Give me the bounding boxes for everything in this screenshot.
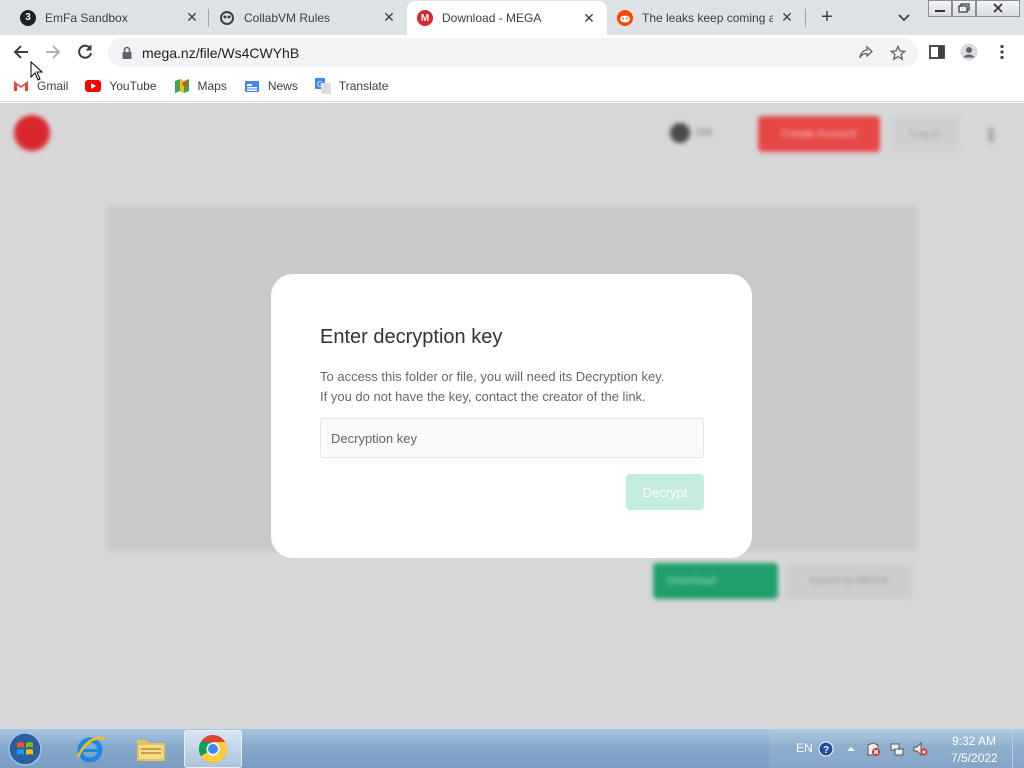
profile-icon[interactable]: [960, 43, 978, 61]
bookmark-label: Translate: [338, 78, 389, 93]
emfa-icon: 3: [20, 9, 36, 26]
arrow-left-icon: [13, 45, 28, 59]
svg-text:G: G: [317, 80, 323, 89]
tab-collabvm-rules[interactable]: CollabVM Rules ✕: [209, 0, 407, 35]
youtube-icon: [85, 78, 102, 94]
action-center-icon[interactable]: [865, 741, 881, 757]
theme-label: ON: [696, 127, 713, 139]
gmail-icon: [13, 78, 29, 94]
star-icon[interactable]: [890, 45, 906, 61]
tab-download-mega[interactable]: M Download - MEGA ✕: [407, 1, 607, 35]
tab-title: The leaks keep coming ar: [642, 10, 773, 25]
more-menu-icon[interactable]: [993, 43, 1011, 61]
browser-toolbar: mega.nz/file/Ws4CWYhB: [0, 35, 1024, 70]
translate-icon: G: [314, 77, 331, 94]
chrome-icon: [199, 735, 227, 763]
tab-separator: [805, 9, 806, 27]
lock-icon[interactable]: [120, 46, 134, 60]
restore-icon: [958, 3, 970, 13]
close-icon[interactable]: ✕: [184, 9, 200, 26]
reddit-icon: [617, 9, 633, 26]
mega-page: ON Create Account Log in Download Import…: [0, 103, 1024, 728]
clock-time[interactable]: 9:32 AM: [952, 734, 996, 748]
share-icon[interactable]: [858, 45, 874, 61]
bookmark-translate[interactable]: G Translate: [314, 77, 389, 94]
menu-icon: [988, 127, 994, 143]
decryption-key-input[interactable]: [320, 418, 704, 458]
close-icon: [993, 3, 1003, 13]
windows-logo-icon: [8, 732, 42, 766]
side-panel-icon[interactable]: [928, 43, 946, 61]
new-tab-button[interactable]: +: [815, 6, 839, 28]
login-button: Log in: [891, 116, 959, 152]
dialog-title: Enter decryption key: [320, 326, 503, 348]
network-icon[interactable]: [889, 741, 905, 757]
address-bar[interactable]: mega.nz/file/Ws4CWYhB: [108, 38, 918, 67]
bookmark-news[interactable]: News: [244, 78, 298, 94]
dialog-description-line-1: To access this folder or file, you will …: [320, 369, 665, 384]
bookmark-youtube[interactable]: YouTube: [85, 78, 157, 94]
taskbar-chrome[interactable]: [184, 730, 242, 768]
taskbar-file-explorer[interactable]: [122, 730, 180, 768]
system-tray: EN ? 9:32 AM 7/5/2022: [769, 729, 1024, 768]
mega-logo: [14, 115, 50, 151]
maps-icon: [174, 78, 190, 94]
collabvm-icon: [219, 10, 235, 26]
arrow-right-icon: [46, 45, 61, 59]
close-icon[interactable]: ✕: [381, 9, 397, 26]
volume-muted-icon[interactable]: [912, 741, 928, 757]
dialog-description-line-2: If you do not have the key, contact the …: [320, 389, 646, 404]
import-button: Import to MEGA: [786, 563, 912, 599]
decryption-key-dialog: Enter decryption key To access this fold…: [271, 274, 752, 558]
show-desktop-button[interactable]: [1012, 729, 1024, 768]
minimize-icon: [935, 10, 945, 12]
tab-emfa-sandbox[interactable]: 3 EmFa Sandbox ✕: [10, 0, 210, 35]
reload-button[interactable]: [72, 39, 98, 65]
create-account-button: Create Account: [758, 116, 880, 152]
minimize-button[interactable]: [928, 0, 952, 17]
download-button: Download: [653, 563, 778, 599]
decrypt-button[interactable]: Decrypt: [626, 474, 704, 510]
tab-title: CollabVM Rules: [244, 10, 331, 25]
language-indicator[interactable]: EN: [796, 741, 813, 755]
taskbar-internet-explorer[interactable]: [61, 730, 119, 768]
reload-icon: [78, 44, 92, 59]
mega-icon: M: [417, 10, 433, 26]
svg-text:?: ?: [823, 745, 829, 756]
bookmark-label: News: [267, 78, 298, 93]
dialog-description: To access this folder or file, you will …: [320, 367, 710, 407]
close-icon[interactable]: ✕: [581, 10, 597, 27]
chevron-up-icon[interactable]: [843, 741, 859, 757]
help-icon[interactable]: ?: [818, 741, 834, 757]
clock-date[interactable]: 7/5/2022: [951, 751, 998, 765]
url-text[interactable]: mega.nz/file/Ws4CWYhB: [142, 45, 299, 61]
bookmarks-bar: Gmail YouTube Maps News G Translate: [0, 70, 1024, 102]
bookmark-maps[interactable]: Maps: [174, 78, 227, 94]
windows-taskbar: EN ? 9:32 AM 7/5/2022: [0, 728, 1024, 768]
close-window-button[interactable]: [976, 0, 1020, 17]
close-icon[interactable]: ✕: [779, 9, 795, 26]
tab-title: Download - MEGA: [442, 11, 542, 25]
news-icon: [244, 78, 260, 94]
tab-reddit-leaks[interactable]: The leaks keep coming ar ✕: [607, 0, 805, 35]
bookmark-label: Maps: [197, 78, 227, 93]
internet-explorer-icon: [76, 737, 105, 763]
bookmark-label: YouTube: [109, 78, 157, 93]
theme-toggle-icon: [670, 123, 690, 143]
tab-strip: 3 EmFa Sandbox ✕ CollabVM Rules ✕ M Down…: [0, 0, 1024, 35]
tab-search-button[interactable]: [894, 8, 914, 26]
tab-title: EmFa Sandbox: [45, 10, 128, 25]
mouse-cursor-icon: [30, 61, 44, 81]
restore-button[interactable]: [952, 0, 976, 17]
chevron-down-icon: [898, 14, 910, 22]
folder-icon: [137, 740, 165, 761]
start-button[interactable]: [6, 731, 44, 767]
